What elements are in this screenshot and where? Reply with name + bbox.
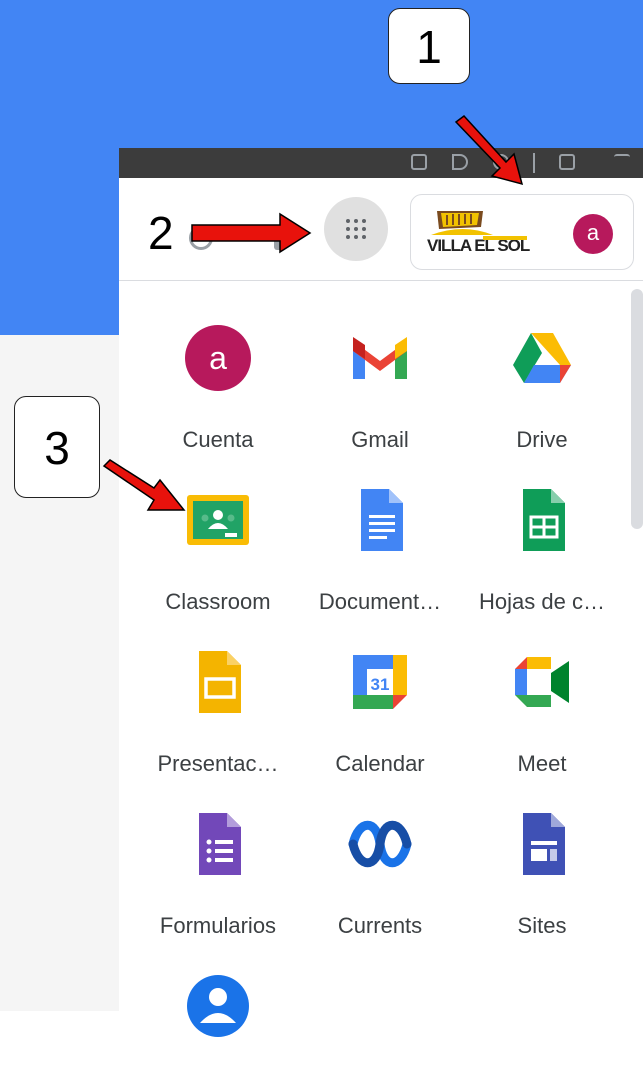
app-launcher-panel: a Cuenta Gmail Drive Classroom Document…… — [119, 281, 643, 1037]
svg-text:a: a — [209, 340, 227, 376]
meet-icon — [509, 649, 575, 715]
account-icon: a — [185, 325, 251, 391]
contacts-icon — [185, 973, 251, 1039]
app-sheets[interactable]: Hojas de c… — [467, 459, 617, 614]
forms-icon — [185, 811, 251, 877]
app-label: Classroom — [165, 589, 271, 614]
extensions-icon[interactable] — [614, 154, 630, 170]
org-logo: VILLA EL SOL — [423, 205, 553, 257]
app-meet[interactable]: Meet — [467, 621, 617, 776]
app-label: Gmail — [351, 427, 409, 452]
currents-icon — [347, 811, 413, 877]
drive-icon — [509, 325, 575, 391]
launcher-scrollbar[interactable] — [631, 289, 643, 529]
app-label: Calendar — [335, 751, 425, 776]
app-gmail[interactable]: Gmail — [305, 297, 455, 452]
app-drive[interactable]: Drive — [467, 297, 617, 452]
app-slides[interactable]: Presentac… — [143, 621, 293, 776]
tab-icon[interactable] — [559, 154, 575, 170]
app-label: Hojas de c… — [479, 589, 605, 614]
account-switcher[interactable]: VILLA EL SOL a — [410, 194, 634, 270]
app-label: Sites — [517, 913, 567, 938]
svg-text:31: 31 — [371, 675, 390, 694]
app-label: Drive — [516, 427, 568, 452]
app-label: Currents — [337, 913, 423, 938]
calendar-icon: 31 — [347, 649, 413, 715]
step-callout-3: 3 — [14, 396, 100, 498]
app-label: Formularios — [159, 913, 277, 938]
app-label: Document… — [318, 589, 442, 614]
app-contacts[interactable] — [143, 945, 293, 1085]
app-sites[interactable]: Sites — [467, 783, 617, 938]
arrow-to-apps-icon — [191, 212, 312, 254]
arrow-to-account-icon — [454, 114, 524, 186]
slides-icon — [185, 649, 251, 715]
app-docs[interactable]: Document… — [305, 459, 455, 614]
app-cuenta[interactable]: a Cuenta — [143, 297, 293, 452]
docs-icon — [347, 487, 413, 553]
sheets-icon — [509, 487, 575, 553]
screenshot-icon[interactable] — [411, 154, 427, 170]
step-label-2: 2 — [148, 207, 174, 259]
app-forms[interactable]: Formularios — [143, 783, 293, 938]
app-calendar[interactable]: 31 Calendar — [305, 621, 455, 776]
sites-icon — [509, 811, 575, 877]
gmail-icon — [347, 325, 413, 391]
step-callout-1: 1 — [388, 8, 470, 84]
app-label: Presentac… — [157, 751, 279, 776]
classroom-icon — [185, 487, 251, 553]
browser-toolbar — [119, 148, 643, 178]
app-currents[interactable]: Currents — [305, 783, 455, 938]
google-apps-button[interactable] — [324, 197, 388, 261]
arrow-to-classroom-icon — [102, 459, 186, 511]
app-label: Meet — [517, 751, 567, 776]
account-avatar[interactable]: a — [573, 214, 613, 254]
app-label: Cuenta — [182, 427, 254, 452]
apps-grid-icon — [346, 219, 366, 239]
